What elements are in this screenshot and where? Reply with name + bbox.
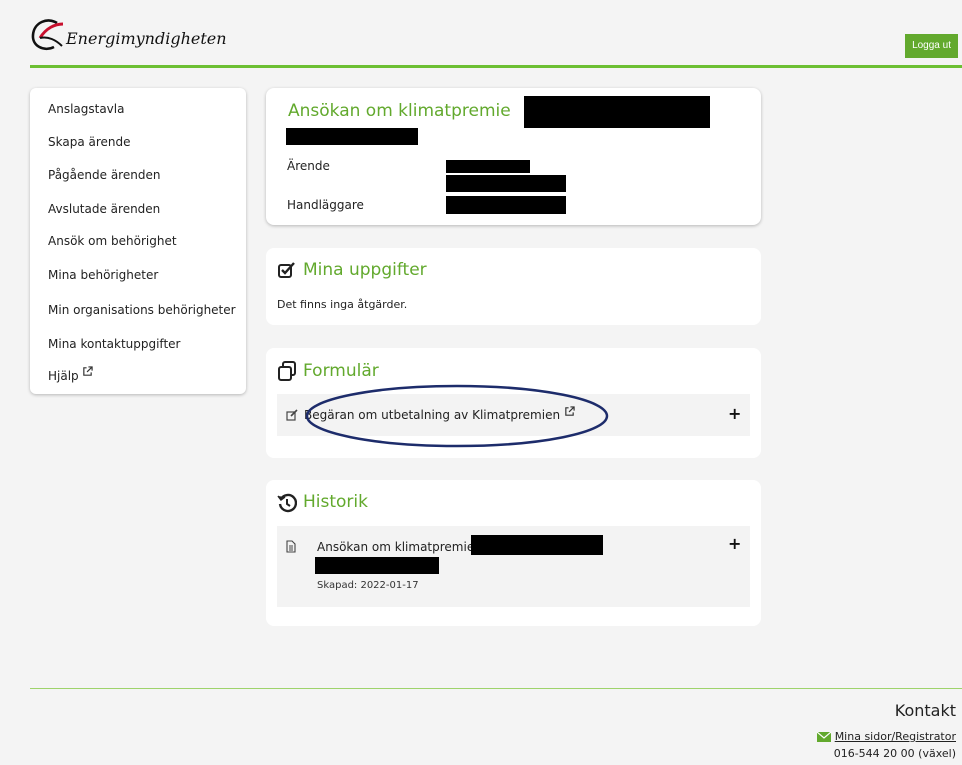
history-item-created: Skapad: 2022-01-17 [317, 580, 419, 591]
registrator-link[interactable]: Mina sidor/Registrator [816, 730, 956, 743]
tasks-card: Mina uppgifter Det finns inga åtgärder. [266, 248, 761, 325]
redacted-block [446, 160, 530, 173]
copy-documents-icon [278, 361, 296, 381]
energimyndigheten-logo-icon [31, 19, 64, 51]
tasks-title: Mina uppgifter [303, 260, 427, 280]
history-card: Historik Ansökan om klimatpremie Skapad:… [266, 480, 761, 626]
sidebar-item-anslagstavla[interactable]: Anslagstavla [48, 102, 124, 116]
sidebar-item-mina-kontaktuppgifter[interactable]: Mina kontaktuppgifter [48, 337, 180, 351]
logo-text: Energimyndigheten [66, 29, 227, 48]
document-icon [286, 540, 296, 553]
redacted-block [446, 196, 566, 214]
redacted-block [315, 557, 439, 574]
sidebar-item-min-organisations-behorigheter[interactable]: Min organisations behörigheter [48, 303, 236, 317]
sidebar-item-label: Hjälp [48, 369, 79, 383]
forms-title: Formulär [303, 361, 379, 381]
header: Energimyndigheten Logga ut [0, 0, 962, 70]
expand-plus-icon[interactable]: + [728, 534, 741, 553]
sidebar-item-pagaende-arenden[interactable]: Pågående ärenden [48, 168, 160, 182]
redacted-block [524, 96, 710, 128]
sidebar-item-hjalp[interactable]: Hjälp [48, 366, 93, 383]
handlaggare-label: Handläggare [287, 198, 364, 212]
contact-title: Kontakt [894, 701, 956, 720]
redacted-block [446, 175, 566, 192]
case-title: Ansökan om klimatpremie [288, 101, 511, 121]
redacted-block [286, 128, 418, 145]
edit-icon [286, 409, 298, 421]
history-icon [277, 493, 297, 513]
logout-button[interactable]: Logga ut [905, 34, 958, 58]
registrator-link-label: Mina sidor/Registrator [834, 730, 956, 743]
checkbox-checked-icon [278, 262, 295, 278]
history-row[interactable]: Ansökan om klimatpremie Skapad: 2022-01-… [277, 526, 750, 607]
external-link-icon [82, 366, 93, 376]
expand-plus-icon[interactable]: + [728, 404, 741, 423]
tasks-empty-text: Det finns inga åtgärder. [277, 298, 408, 311]
sidebar-item-avslutade-arenden[interactable]: Avslutade ärenden [48, 202, 160, 216]
case-card: Ansökan om klimatpremie Ärende Handlägga… [266, 88, 761, 225]
arende-label: Ärende [287, 159, 330, 173]
history-title: Historik [303, 492, 368, 512]
envelope-icon [816, 731, 831, 742]
header-divider [30, 65, 962, 68]
footer-divider [30, 688, 962, 689]
annotation-ellipse [305, 384, 609, 448]
history-item-title[interactable]: Ansökan om klimatpremie [317, 540, 474, 554]
sidebar-item-mina-behorigheter[interactable]: Mina behörigheter [48, 268, 158, 282]
sidebar-item-skapa-arende[interactable]: Skapa ärende [48, 135, 131, 149]
footer-phone: 016-544 20 00 (växel) [833, 747, 956, 760]
sidebar-item-ansok-om-behorighet[interactable]: Ansök om behörighet [48, 234, 177, 248]
logo[interactable]: Energimyndigheten [30, 18, 227, 52]
redacted-block [471, 535, 603, 555]
sidebar-nav: Anslagstavla Skapa ärende Pågående ärend… [30, 88, 246, 394]
